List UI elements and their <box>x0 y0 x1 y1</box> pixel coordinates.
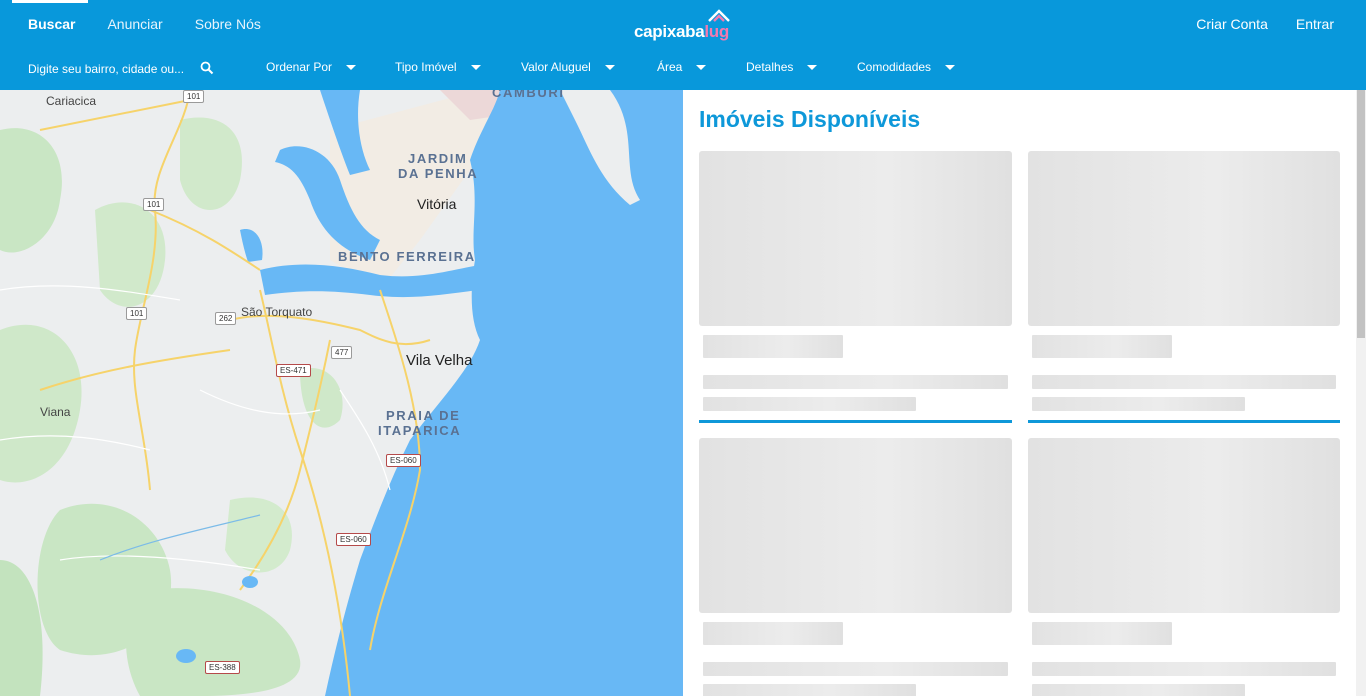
house-roof-icon <box>708 9 730 22</box>
criar-conta-link[interactable]: Criar Conta <box>1182 0 1282 48</box>
route-shield: 262 <box>215 312 237 325</box>
caret-down-icon <box>696 64 707 70</box>
filter-label: Área <box>657 60 683 74</box>
caret-down-icon <box>945 64 956 70</box>
filter-label: Ordenar Por <box>266 60 333 74</box>
listing-card-skeleton[interactable] <box>1028 438 1340 696</box>
scrollbar[interactable] <box>1356 90 1366 696</box>
route-shield: ES-060 <box>336 533 371 546</box>
map-label-cariacica: Cariacica <box>46 94 97 108</box>
skeleton-line <box>703 684 916 696</box>
skeleton-line <box>703 375 1008 389</box>
skeleton-image <box>1028 151 1340 326</box>
listing-card-skeleton[interactable] <box>699 438 1012 696</box>
listing-card-skeleton[interactable] <box>1028 151 1340 423</box>
search-icon[interactable] <box>200 61 214 75</box>
account-nav: Criar Conta Entrar <box>1182 0 1348 48</box>
route-shield: 477 <box>331 346 353 359</box>
skeleton-title <box>1032 622 1172 645</box>
skeleton-title <box>703 335 843 358</box>
map-label-praia-itaparica-2: ITAPARICA <box>378 423 462 438</box>
caret-down-icon <box>346 64 357 70</box>
caret-down-icon <box>470 64 481 70</box>
caret-down-icon <box>807 64 818 70</box>
skeleton-line <box>1032 397 1245 411</box>
map-label-camburi: CAMBURI <box>492 90 565 100</box>
route-shield: 101 <box>143 198 165 211</box>
caret-down-icon <box>604 64 615 70</box>
skeleton-image <box>699 151 1012 326</box>
skeleton-line <box>703 397 916 411</box>
skeleton-image <box>699 438 1012 613</box>
map-canvas <box>0 90 683 696</box>
map-label-vitoria: Vitória <box>417 196 457 212</box>
filter-tipo-imovel[interactable]: Tipo Imóvel <box>395 60 481 74</box>
top-header: Buscar Anunciar Sobre Nós capixabalug Cr… <box>0 0 1366 90</box>
filter-label: Valor Aluguel <box>521 60 591 74</box>
route-shield: 101 <box>183 90 205 103</box>
map-label-vila-velha: Vila Velha <box>406 352 473 369</box>
map-label-viana: Viana <box>40 405 71 419</box>
main-nav: Buscar Anunciar Sobre Nós <box>0 0 277 48</box>
skeleton-title <box>1032 335 1172 358</box>
filter-label: Tipo Imóvel <box>395 60 457 74</box>
filter-ordenar-por[interactable]: Ordenar Por <box>266 60 357 74</box>
nav-sobre-nos[interactable]: Sobre Nós <box>179 0 277 48</box>
map-label-praia-itaparica-1: PRAIA DE <box>386 408 461 423</box>
skeleton-image <box>1028 438 1340 613</box>
map-label-bento-ferreira: BENTO FERREIRA <box>338 249 476 264</box>
map-label-sao-torquato: São Torquato <box>241 305 313 319</box>
filter-valor-aluguel[interactable]: Valor Aluguel <box>521 60 615 74</box>
listing-card-skeleton[interactable] <box>699 151 1012 423</box>
route-shield: 101 <box>126 307 148 320</box>
skeleton-line <box>1032 662 1336 676</box>
listing-title: Imóveis Disponíveis <box>699 106 921 132</box>
nav-anunciar[interactable]: Anunciar <box>91 0 178 48</box>
filter-detalhes[interactable]: Detalhes <box>746 60 818 74</box>
filter-comodidades[interactable]: Comodidades <box>857 60 956 74</box>
route-shield: ES-388 <box>205 661 240 674</box>
skeleton-title <box>703 622 843 645</box>
skeleton-line <box>703 662 1008 676</box>
filter-label: Detalhes <box>746 60 794 74</box>
entrar-link[interactable]: Entrar <box>1282 0 1348 48</box>
filter-area[interactable]: Área <box>657 60 707 74</box>
logo-text: capixabalug <box>634 22 729 41</box>
skeleton-line <box>1032 375 1336 389</box>
route-shield: ES-471 <box>276 364 311 377</box>
skeleton-line <box>1032 684 1245 696</box>
route-shield: ES-060 <box>386 454 421 467</box>
nav-buscar[interactable]: Buscar <box>0 0 91 48</box>
map[interactable]: Cariacica CAMBURI JARDIM DA PENHA Vitóri… <box>0 90 683 696</box>
search-input[interactable] <box>28 62 188 76</box>
listing-panel: Imóveis Disponíveis <box>683 90 1366 696</box>
filter-label: Comodidades <box>857 60 932 74</box>
filter-bar: Ordenar Por Tipo Imóvel Valor Aluguel Ár… <box>0 48 1366 90</box>
logo[interactable]: capixabalug <box>634 8 734 44</box>
scrollbar-thumb[interactable] <box>1357 90 1365 338</box>
search-box <box>28 58 218 80</box>
map-label-jardim-da-penha-1: JARDIM <box>408 151 468 166</box>
map-label-jardim-da-penha-2: DA PENHA <box>398 166 479 181</box>
